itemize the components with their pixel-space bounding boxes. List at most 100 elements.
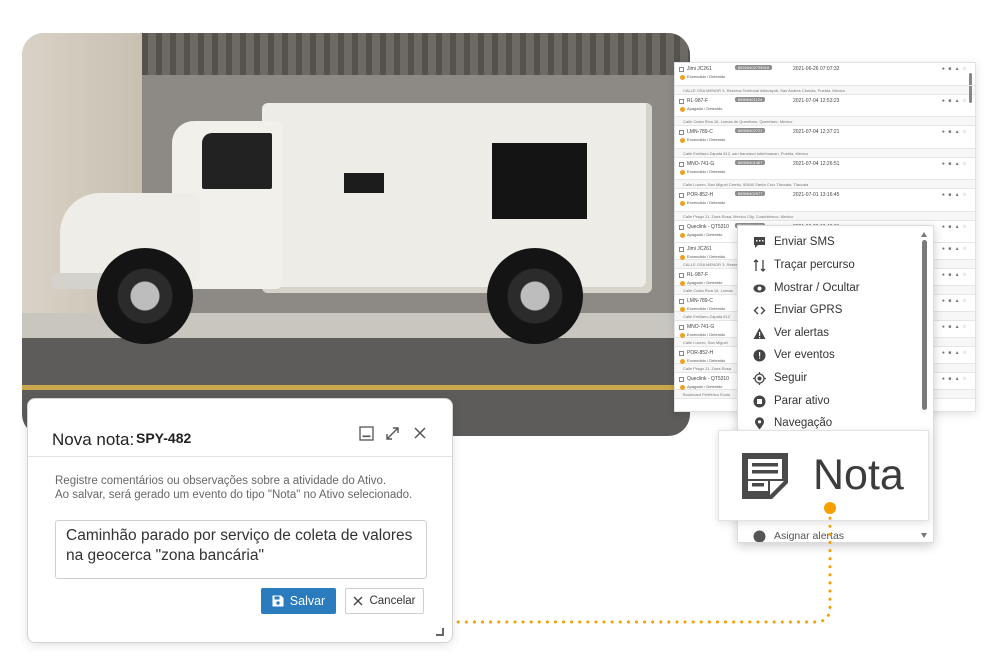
menu-item-mostrar-ocultar[interactable]: Mostrar / Ocultar <box>738 277 918 299</box>
alert-circle-icon <box>752 348 766 362</box>
resize-grip[interactable] <box>436 628 444 636</box>
target-icon <box>752 371 766 385</box>
row-action-icons[interactable]: ● ■ ▲ ○ <box>942 324 967 330</box>
asset-status: Encendido / Detenido <box>687 137 726 142</box>
row-action-icons[interactable]: ● ■ ▲ ○ <box>942 350 967 356</box>
asset-row[interactable]: POR-852-H Encendido / Detenido 2021-07-01 … <box>675 189 975 212</box>
asset-status: Apagado / Detenido <box>687 384 723 389</box>
row-checkbox[interactable] <box>679 247 684 252</box>
asset-name: Queclink - QT5310 <box>687 223 729 230</box>
row-checkbox[interactable] <box>679 351 684 356</box>
menu-item-enviar-sms[interactable]: Enviar SMS <box>738 231 918 253</box>
asset-status: Encendido / Detenido <box>687 168 726 174</box>
row-checkbox[interactable] <box>679 273 684 278</box>
row-checkbox[interactable] <box>679 193 684 198</box>
status-dot <box>680 255 685 260</box>
minimize-icon[interactable] <box>358 425 374 441</box>
row-action-icons[interactable]: ● ■ ▲ ○ <box>942 246 967 252</box>
asset-datetime: 2021-06-26 07:07:32 <box>793 66 840 72</box>
menu-item-asignar-alertas[interactable]: Asignar alertas <box>738 525 918 542</box>
asset-name: Jimi JC261 <box>687 66 712 72</box>
alert-circle-icon <box>752 529 766 542</box>
row-checkbox[interactable] <box>679 98 684 104</box>
dialog-title: Nova nota: <box>52 430 135 449</box>
menu-item-seguir[interactable]: Seguir <box>738 367 918 389</box>
row-checkbox[interactable] <box>679 67 684 72</box>
status-dot <box>680 307 685 312</box>
status-dot <box>680 169 685 175</box>
asset-datetime: 2021-07-04 12:37:21 <box>793 129 840 135</box>
asset-name: LMN-789-C <box>687 129 713 135</box>
menu-item-parar-ativo[interactable]: Parar ativo <box>738 390 918 412</box>
asset-address: Calle Costa Rica 16, Lomas de Querétaro,… <box>675 117 975 126</box>
close-icon[interactable] <box>412 425 428 441</box>
asset-status: Encendido / Detenido <box>687 200 726 205</box>
row-checkbox[interactable] <box>679 377 684 382</box>
nota-callout[interactable]: Nota <box>718 430 929 521</box>
status-dot <box>680 75 685 80</box>
dialog-asset-name: SPY-482 <box>136 430 192 446</box>
row-checkbox[interactable] <box>679 325 684 330</box>
x-icon <box>353 596 363 606</box>
asset-row[interactable]: RL-987-F Apagado / Detenido 2021-07-04 12:… <box>675 95 975 117</box>
row-action-icons[interactable]: ● ■ ▲ ○ <box>942 98 967 104</box>
asset-datetime: 2021-07-04 12:53:23 <box>793 97 840 104</box>
menu-item-ver-eventos[interactable]: Ver eventos <box>738 344 918 366</box>
asset-id-badge: 86226402705918 <box>735 65 773 70</box>
asset-status: Encendido / Detenido <box>687 332 726 337</box>
asset-row[interactable]: MNO-741-G Encendido / Detenido 2021-07-04 … <box>675 158 975 180</box>
status-dot <box>680 359 685 364</box>
cancel-button[interactable]: Cancelar <box>345 588 424 614</box>
sms-icon <box>752 235 766 249</box>
asset-row[interactable]: LMN-789-C Encendido / Detenido 2021-07-04 … <box>675 126 975 149</box>
asset-status: Apagado / Detenido <box>687 231 723 237</box>
asset-name: POR-852-H <box>687 350 714 356</box>
stop-icon <box>752 394 766 408</box>
status-dot <box>680 281 685 286</box>
row-action-icons[interactable]: ● ■ ▲ ○ <box>942 66 967 72</box>
row-action-icons[interactable]: ● ■ ▲ ○ <box>942 161 967 167</box>
asset-status: Apagado / Detenido <box>687 105 723 111</box>
menu-item-enviar-gprs[interactable]: Enviar GPRS <box>738 299 918 321</box>
note-textarea[interactable]: Caminhão parado por serviço de coleta de… <box>55 520 427 579</box>
row-checkbox[interactable] <box>679 130 684 135</box>
armored-truck-photo <box>22 33 690 436</box>
asset-address: Calle Lucero, San Miguel Cerrito, 90640 … <box>675 180 975 189</box>
status-dot <box>680 333 685 338</box>
row-action-icons[interactable]: ● ■ ▲ ○ <box>942 298 967 304</box>
asset-status: Encendido / Detenido <box>687 254 726 259</box>
asset-address: CALLE OSA MENOR 3, Reserva Territorial A… <box>675 85 975 95</box>
row-action-icons[interactable]: ● ■ ▲ ○ <box>942 129 967 135</box>
status-dot <box>680 385 685 390</box>
status-dot <box>680 106 685 112</box>
row-checkbox[interactable] <box>679 224 684 230</box>
row-action-icons[interactable]: ● ■ ▲ ○ <box>942 272 967 278</box>
asset-address: Calle Prago 11, Zona Rosa, Mexico City, … <box>675 211 975 221</box>
menu-item-tracar-percurso[interactable]: Traçar percurso <box>738 254 918 276</box>
eye-icon <box>752 281 766 295</box>
asset-datetime: 2021-07-04 12:26:51 <box>793 160 840 167</box>
asset-name: RL-987-F <box>687 97 709 104</box>
expand-icon[interactable] <box>384 425 400 441</box>
asset-name: MNO-741-G <box>687 324 715 330</box>
asset-status: Encendido / Detenido <box>687 306 726 311</box>
asset-id-badge: 86906401124 <box>735 96 766 102</box>
row-action-icons[interactable]: ● ■ ▲ ○ <box>942 224 967 230</box>
row-action-icons[interactable]: ● ■ ▲ ○ <box>942 376 967 382</box>
row-checkbox[interactable] <box>679 161 684 167</box>
row-checkbox[interactable] <box>679 299 684 304</box>
floppy-disk-icon <box>272 595 284 607</box>
asset-name: MNO-741-G <box>687 160 715 167</box>
menu-item-ver-alertas[interactable]: Ver alertas <box>738 322 918 344</box>
asset-id-badge: 86906401467 <box>735 159 766 165</box>
save-button[interactable]: Salvar <box>261 588 336 614</box>
asset-name: POR-852-H <box>687 192 714 198</box>
asset-status: Encendido / Detenido <box>687 74 726 79</box>
dialog-description: Registre comentários ou observações sobr… <box>55 475 413 501</box>
route-icon <box>752 258 766 272</box>
asset-row[interactable]: Jimi JC261 Encendido / Detenido 2021-06-26… <box>675 63 975 86</box>
code-icon <box>752 303 766 317</box>
asset-name: LMN-789-C <box>687 298 713 304</box>
dialog-header: Nova nota: SPY-482 <box>28 399 452 457</box>
row-action-icons[interactable]: ● ■ ▲ ○ <box>942 192 967 198</box>
